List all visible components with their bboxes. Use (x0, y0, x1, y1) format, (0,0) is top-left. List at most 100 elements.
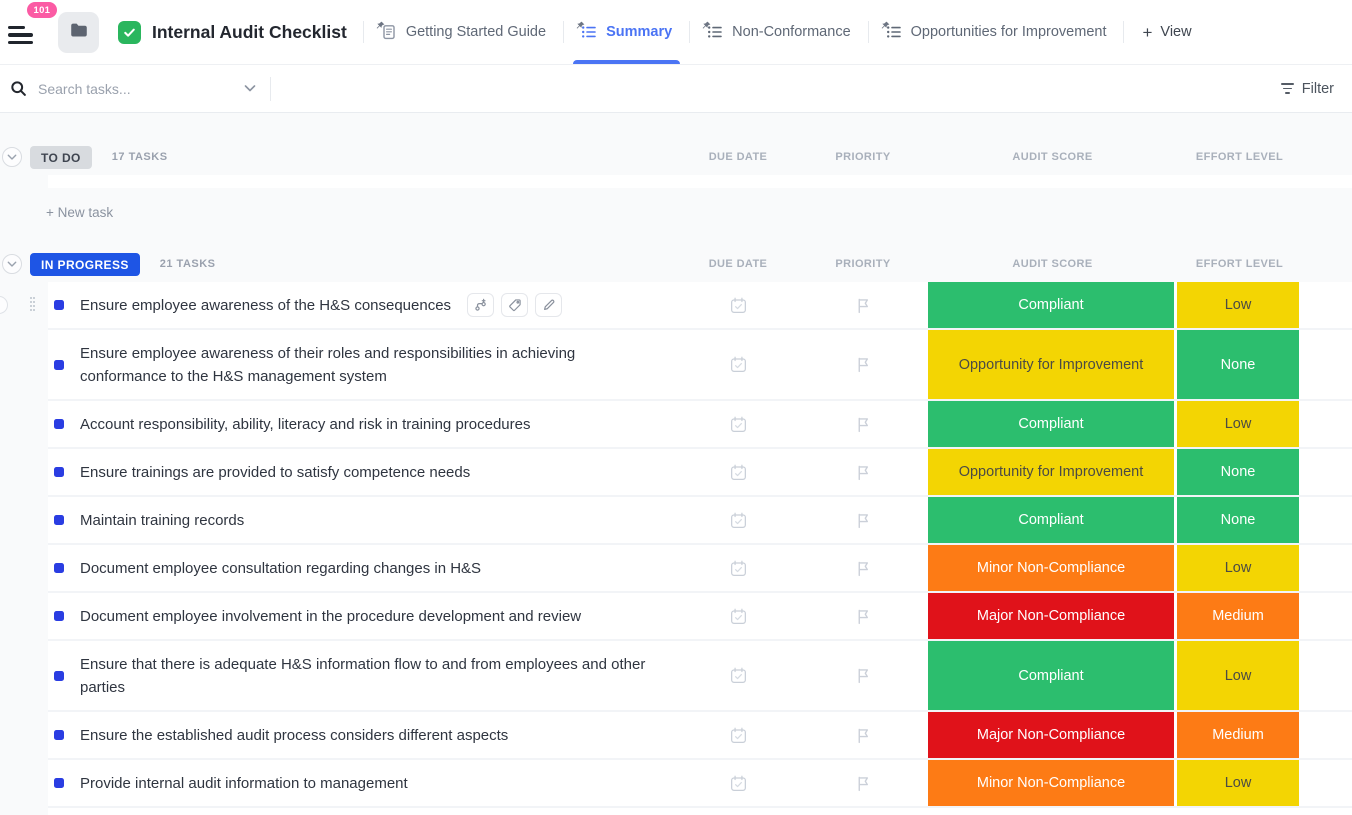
task-status-square[interactable] (54, 611, 64, 621)
status-badge[interactable]: IN PROGRESS (30, 253, 140, 276)
due-date-cell[interactable] (678, 497, 798, 543)
priority-cell[interactable] (798, 401, 928, 447)
effort-level-cell: Low (1177, 401, 1302, 447)
audit-score-chip[interactable]: Minor Non-Compliance (928, 760, 1174, 806)
priority-cell[interactable] (798, 641, 928, 710)
new-task-button[interactable]: + New task (0, 192, 1352, 224)
row-hover-circle[interactable] (0, 296, 8, 314)
task-status-square[interactable] (54, 778, 64, 788)
task-status-square[interactable] (54, 360, 64, 370)
task-name[interactable]: Ensure the established audit process con… (80, 712, 524, 758)
effort-level-chip[interactable]: None (1177, 497, 1299, 543)
effort-level-chip[interactable]: Low (1177, 760, 1299, 806)
search-chevron-down-icon[interactable] (244, 84, 256, 93)
effort-level-cell: None (1177, 449, 1302, 495)
task-status-square[interactable] (54, 515, 64, 525)
effort-level-chip[interactable]: None (1177, 330, 1299, 399)
due-date-cell[interactable] (678, 641, 798, 710)
priority-cell[interactable] (798, 712, 928, 758)
notification-badge[interactable]: 101 (27, 2, 57, 18)
task-status-square[interactable] (54, 563, 64, 573)
audit-score-chip[interactable]: Compliant (928, 641, 1174, 710)
task-name[interactable]: Ensure that there is adequate H&S inform… (80, 641, 678, 710)
due-date-cell[interactable] (678, 760, 798, 806)
sidebar-toggle-icon[interactable] (8, 18, 42, 52)
audit-score-chip[interactable]: Major Non-Compliance (928, 712, 1174, 758)
audit-score-chip[interactable]: Opportunity for Improvement (928, 330, 1174, 399)
task-row[interactable]: Include different aspects in the non-con… (48, 808, 1352, 815)
search-input[interactable] (36, 80, 216, 98)
due-date-cell[interactable] (678, 808, 798, 815)
audit-score-chip[interactable]: Compliant (928, 282, 1174, 328)
due-date-cell[interactable] (678, 330, 798, 399)
task-status-square[interactable] (54, 671, 64, 681)
effort-level-chip[interactable]: Medium (1177, 712, 1299, 758)
task-name[interactable]: Provide internal audit information to ma… (80, 760, 424, 806)
task-row[interactable]: Ensure the established audit process con… (48, 712, 1352, 760)
folder-button[interactable] (58, 12, 99, 53)
task-name[interactable]: Include different aspects in the non-con… (80, 808, 470, 815)
priority-cell[interactable] (798, 593, 928, 639)
task-row[interactable]: Provide internal audit information to ma… (48, 760, 1352, 808)
priority-cell[interactable] (798, 760, 928, 806)
effort-level-chip[interactable]: Medium (1177, 593, 1299, 639)
task-row[interactable]: Document employee involvement in the pro… (48, 593, 1352, 641)
task-name[interactable]: Maintain training records (80, 497, 260, 543)
due-date-cell[interactable] (678, 401, 798, 447)
task-status-square[interactable] (54, 467, 64, 477)
edit-pencil-button[interactable] (535, 293, 562, 317)
task-row[interactable]: Ensure trainings are provided to satisfy… (48, 449, 1352, 497)
effort-level-chip[interactable]: None (1177, 449, 1299, 495)
effort-level-chip[interactable]: Low (1177, 282, 1299, 328)
task-name[interactable]: Ensure employee awareness of the H&S con… (80, 282, 467, 328)
task-name[interactable]: Ensure employee awareness of their roles… (80, 330, 678, 399)
effort-level-chip[interactable]: Low (1177, 641, 1299, 710)
effort-level-chip[interactable]: Low (1177, 545, 1299, 591)
effort-level-chip[interactable]: Low (1177, 401, 1299, 447)
calendar-icon (729, 559, 748, 578)
task-status-square[interactable] (54, 419, 64, 429)
due-date-cell[interactable] (678, 545, 798, 591)
due-date-cell[interactable] (678, 449, 798, 495)
task-name[interactable]: Document employee consultation regarding… (80, 545, 497, 591)
task-row[interactable]: Document employee consultation regarding… (48, 545, 1352, 593)
priority-cell[interactable] (798, 282, 928, 328)
task-row[interactable]: Maintain training records Compliant None (48, 497, 1352, 545)
audit-score-chip[interactable]: Opportunity for Improvement (928, 449, 1174, 495)
tab-getting-started-guide[interactable]: Getting Started Guide (366, 0, 561, 64)
due-date-cell[interactable] (678, 712, 798, 758)
task-row[interactable]: Ensure employee awareness of their roles… (48, 330, 1352, 401)
tag-button[interactable] (501, 293, 528, 317)
task-name[interactable]: Ensure trainings are provided to satisfy… (80, 449, 486, 495)
due-date-cell[interactable] (678, 282, 798, 328)
calendar-icon (729, 511, 748, 530)
audit-score-chip[interactable]: Minor Non-Compliance (928, 545, 1174, 591)
task-row[interactable]: Ensure that there is adequate H&S inform… (48, 641, 1352, 712)
task-name[interactable]: Document employee involvement in the pro… (80, 593, 597, 639)
tab-non-conformance[interactable]: Non-Conformance (692, 0, 865, 64)
task-status-square[interactable] (54, 730, 64, 740)
status-badge[interactable]: TO DO (30, 146, 92, 169)
priority-cell[interactable] (798, 330, 928, 399)
collapse-chevron-icon[interactable] (2, 147, 22, 167)
task-row[interactable]: Ensure employee awareness of the H&S con… (48, 282, 1352, 330)
task-name[interactable]: Account responsibility, ability, literac… (80, 401, 546, 447)
priority-cell[interactable] (798, 497, 928, 543)
tab-label: Getting Started Guide (406, 24, 546, 40)
priority-cell[interactable] (798, 449, 928, 495)
drag-handle-icon[interactable] (30, 297, 36, 313)
priority-cell[interactable] (798, 808, 928, 815)
task-status-square[interactable] (54, 300, 64, 310)
priority-cell[interactable] (798, 545, 928, 591)
collapse-chevron-icon[interactable] (2, 254, 22, 274)
task-row[interactable]: Account responsibility, ability, literac… (48, 401, 1352, 449)
tab-summary[interactable]: Summary (566, 0, 687, 64)
add-view-button[interactable]: + View (1126, 24, 1207, 41)
add-subtask-button[interactable] (467, 293, 494, 317)
due-date-cell[interactable] (678, 593, 798, 639)
tab-opportunities-for-improvement[interactable]: Opportunities for Improvement (871, 0, 1122, 64)
filter-button[interactable]: Filter (1281, 81, 1334, 97)
audit-score-chip[interactable]: Major Non-Compliance (928, 593, 1174, 639)
audit-score-chip[interactable]: Compliant (928, 401, 1174, 447)
audit-score-chip[interactable]: Compliant (928, 497, 1174, 543)
